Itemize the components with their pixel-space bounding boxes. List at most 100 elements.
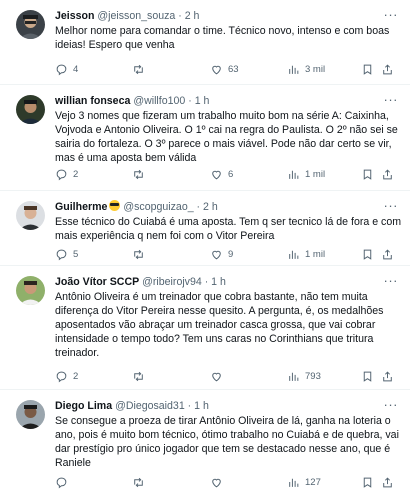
like-button[interactable]: 63 — [210, 63, 239, 76]
views-count: 1 mil — [305, 249, 326, 260]
bookmark-button[interactable] — [361, 370, 379, 383]
tweet-text: Antônio Oliveira é um treinador que cobr… — [55, 290, 398, 360]
heart-icon — [212, 250, 221, 260]
tweet[interactable]: Guilherme @scopguizao_ · 2 h ··· Esse té… — [0, 191, 410, 266]
retweet-button[interactable] — [132, 63, 150, 76]
views-count: 127 — [305, 477, 321, 488]
bookmark-icon — [363, 371, 372, 382]
more-icon[interactable]: ··· — [384, 7, 399, 22]
tweet-text: Se consegue a proeza de tirar Antônio Ol… — [55, 414, 399, 470]
tweet-text-line: Raniele — [55, 457, 91, 469]
author-name[interactable]: Diego Lima — [55, 400, 112, 412]
more-icon[interactable]: ··· — [384, 198, 399, 213]
tweet-text-line: Se consegue a proeza de tirar Antônio Ol… — [55, 415, 391, 427]
reply-button[interactable]: 4 — [55, 63, 78, 76]
sunglasses-emoji-icon — [109, 200, 121, 211]
reply-icon — [56, 169, 67, 181]
retweet-button[interactable] — [132, 248, 150, 261]
tweet-text-line: ano, pois é muito bom técnico, ótimo tra… — [55, 429, 399, 441]
retweet-button[interactable] — [132, 476, 150, 489]
author-handle[interactable]: @jeisson_souza · 2 h — [97, 10, 199, 22]
reply-button[interactable]: 2 — [55, 370, 78, 383]
bookmark-icon — [363, 169, 372, 180]
tweet[interactable]: Jeisson @jeisson_souza · 2 h ··· Melhor … — [0, 0, 410, 85]
action-bar: 2 793 — [55, 370, 392, 384]
retweet-button[interactable] — [132, 168, 150, 181]
reply-count: 4 — [73, 64, 79, 75]
tweet-text-line: sairia do fortaleza. O 3º parece o mais … — [55, 138, 392, 150]
more-icon[interactable]: ··· — [384, 92, 399, 107]
views-icon — [289, 250, 299, 259]
reply-button[interactable] — [55, 476, 73, 489]
views-icon — [289, 478, 299, 487]
bookmark-button[interactable] — [361, 63, 379, 76]
reply-button[interactable]: 2 — [55, 168, 78, 181]
tweet[interactable]: João Vítor SCCP @ribeirojv94 · 1 h ··· A… — [0, 266, 410, 390]
author-name[interactable]: Guilherme — [55, 201, 107, 213]
author-handle[interactable]: @Diegosaid31 · 1 h — [115, 400, 209, 412]
reply-count: 5 — [73, 249, 79, 260]
bookmark-button[interactable] — [361, 168, 379, 181]
action-bar: 2 6 1 mil — [55, 168, 392, 182]
author-handle[interactable]: @scopguizao_ · 2 h — [123, 201, 217, 213]
avatar[interactable] — [16, 95, 45, 124]
share-button[interactable] — [381, 63, 399, 76]
retweet-button[interactable] — [132, 370, 150, 383]
retweet-icon — [134, 249, 143, 260]
share-icon — [383, 371, 392, 382]
retweet-icon — [134, 169, 143, 180]
tweet[interactable]: willian fonseca @willfo100 · 1 h ··· Vej… — [0, 85, 410, 191]
share-button[interactable] — [381, 248, 399, 261]
author-handle[interactable]: @willfo100 · 1 h — [133, 95, 209, 107]
reply-feed: Jeisson @jeisson_souza · 2 h ··· Melhor … — [0, 0, 410, 495]
author-name[interactable]: willian fonseca — [55, 95, 130, 107]
share-button[interactable] — [381, 476, 399, 489]
like-button[interactable] — [210, 370, 228, 383]
like-button[interactable]: 6 — [210, 168, 233, 181]
tweet-text-line: mais experiência q nem foi com o Vitor P… — [55, 230, 275, 242]
tweet-text-line: treinador. — [55, 347, 100, 359]
reply-button[interactable]: 5 — [55, 248, 78, 261]
share-button[interactable] — [381, 168, 399, 181]
action-bar: 5 9 1 mil — [55, 248, 392, 262]
views-button[interactable]: 793 — [287, 370, 321, 383]
more-icon[interactable]: ··· — [384, 273, 399, 288]
avatar[interactable] — [16, 201, 45, 230]
avatar[interactable] — [16, 400, 45, 429]
tweet-text-line: Vojvoda e Antonio Oliveira. O 1º cai na … — [55, 124, 398, 136]
views-button[interactable]: 1 mil — [287, 248, 325, 261]
like-button[interactable] — [210, 476, 228, 489]
like-button[interactable]: 9 — [210, 248, 233, 261]
tweet-text-line: mas é uma aposta bem válida — [55, 152, 197, 164]
share-icon — [383, 64, 392, 75]
views-button[interactable]: 1 mil — [287, 168, 325, 181]
views-icon — [289, 372, 299, 381]
action-bar: 127 — [55, 476, 392, 490]
more-icon[interactable]: ··· — [384, 397, 399, 412]
retweet-icon — [134, 371, 143, 382]
retweet-icon — [134, 64, 143, 75]
bookmark-button[interactable] — [361, 476, 379, 489]
author-name[interactable]: João Vítor SCCP — [55, 276, 139, 288]
views-button[interactable]: 3 mil — [287, 63, 325, 76]
reply-icon — [56, 477, 67, 489]
tweet-text-line: Antônio Oliveira é um treinador que cobr… — [55, 291, 368, 303]
share-icon — [383, 477, 392, 488]
bookmark-icon — [363, 64, 372, 75]
author-name[interactable]: Jeisson — [55, 10, 94, 22]
avatar[interactable] — [16, 276, 45, 305]
views-count: 3 mil — [305, 64, 326, 75]
like-count: 6 — [228, 169, 234, 180]
views-icon — [289, 170, 299, 179]
avatar[interactable] — [16, 10, 45, 39]
share-button[interactable] — [381, 370, 399, 383]
tweet-text-line: diferença do Vitor Pereira nesse quesito… — [55, 305, 384, 317]
views-button[interactable]: 127 — [287, 476, 321, 489]
tweet[interactable]: Diego Lima @Diegosaid31 · 1 h ··· Se con… — [0, 390, 410, 495]
retweet-icon — [134, 477, 143, 488]
views-count: 793 — [305, 371, 321, 382]
bookmark-icon — [363, 477, 372, 488]
author-handle[interactable]: @ribeirojv94 · 1 h — [142, 276, 226, 288]
tweet-text-line: ideias! Espero que venha — [55, 39, 175, 51]
bookmark-button[interactable] — [361, 248, 379, 261]
